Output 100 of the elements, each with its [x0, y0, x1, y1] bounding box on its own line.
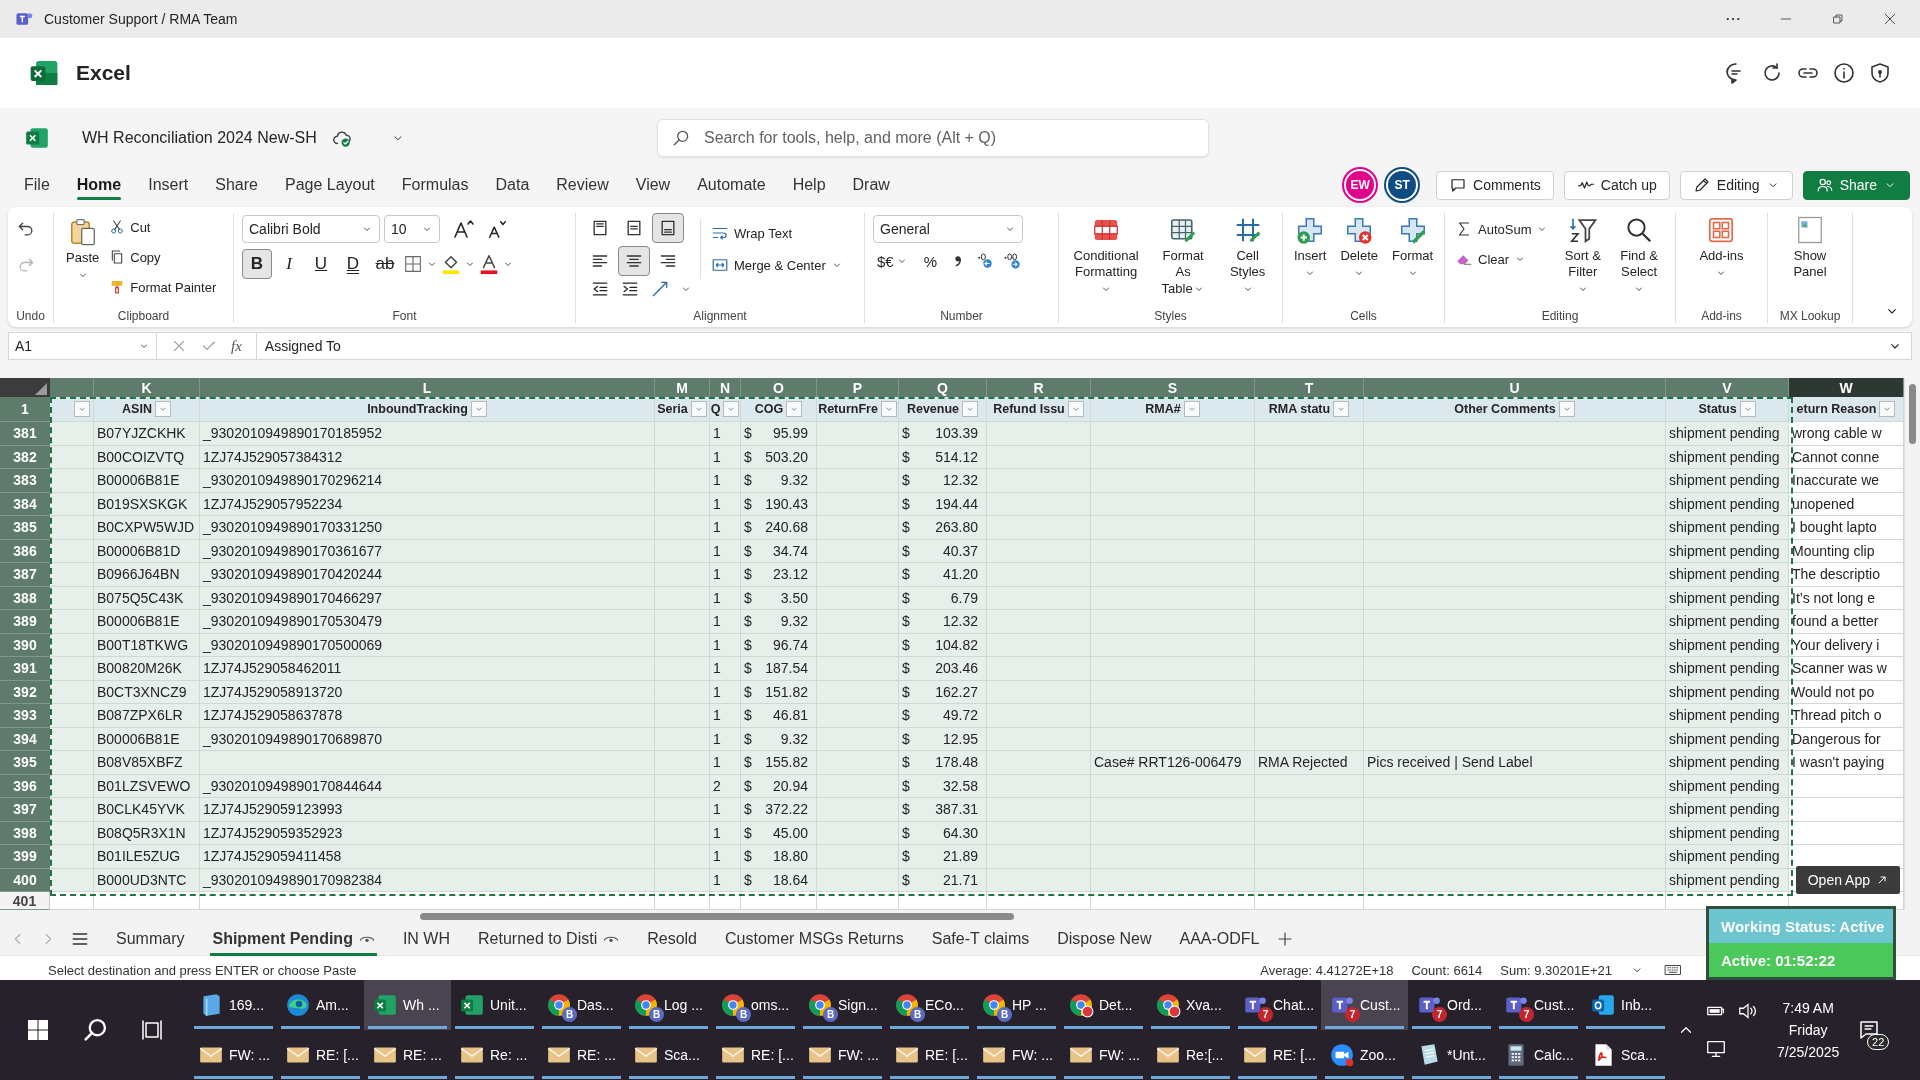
menu-tab[interactable]: Page Layout	[284, 170, 375, 200]
find-button[interactable]: Find & Select	[1611, 213, 1667, 299]
user-avatar[interactable]: ST	[1386, 169, 1419, 201]
menu-tab[interactable]: Review	[556, 170, 609, 200]
cellstyles-button[interactable]: Cell Styles	[1221, 213, 1274, 299]
comments-button[interactable]: Comments	[1436, 170, 1554, 200]
menu-tab[interactable]: Automate	[697, 170, 766, 200]
taskbar-app[interactable]: Re: ...	[451, 1030, 538, 1080]
row-header[interactable]: 381	[0, 422, 50, 446]
font-size-dropdown[interactable]: 10	[384, 215, 440, 243]
open-app-button[interactable]: Open App	[1795, 866, 1900, 894]
menu-tab[interactable]: View	[635, 170, 671, 200]
sort-button[interactable]: Sort & Filter	[1558, 213, 1608, 299]
taskbar-app[interactable]: Inb...	[1582, 980, 1669, 1030]
task-view-icon[interactable]	[140, 1018, 165, 1042]
shield-icon[interactable]	[1868, 61, 1892, 85]
menu-tab[interactable]: Draw	[852, 170, 890, 200]
taskbar-app[interactable]: FW: ...	[973, 1030, 1060, 1080]
wrap-text-button[interactable]: Wrap Text	[709, 219, 845, 247]
column-header[interactable]: W	[1789, 378, 1904, 397]
column-header[interactable]: L	[200, 378, 655, 397]
row-header[interactable]: 1	[0, 397, 50, 422]
taskbar-app[interactable]: B Log ...	[625, 980, 712, 1030]
menu-tab[interactable]: Formulas	[401, 170, 469, 200]
increase-font-icon[interactable]	[452, 217, 476, 241]
taskbar-app[interactable]: Zoo...	[1321, 1030, 1408, 1080]
number-format-dropdown[interactable]: General	[873, 215, 1023, 243]
sheet-tab[interactable]: AAA-ODFL	[1177, 921, 1262, 956]
row-header[interactable]: 400	[0, 868, 50, 892]
network-icon[interactable]	[1705, 1038, 1727, 1060]
insert-button[interactable]: Insert	[1289, 213, 1331, 282]
decrease-font-icon[interactable]	[486, 218, 508, 240]
conditional-button[interactable]: Conditional Formatting	[1067, 213, 1146, 299]
column-header[interactable]: M	[655, 378, 710, 397]
column-header[interactable]: O	[741, 378, 817, 397]
paste-button[interactable]: Paste	[62, 213, 104, 284]
taskbar-app[interactable]: Re:[...	[1147, 1030, 1234, 1080]
autosum-button[interactable]: AutoSum	[1453, 215, 1551, 243]
taskbar-app[interactable]: B ECo...	[886, 980, 973, 1030]
name-box[interactable]: A1	[9, 333, 157, 359]
menu-tab[interactable]: Insert	[148, 170, 189, 200]
taskbar-app[interactable]: RE: ...	[364, 1030, 451, 1080]
menu-tab[interactable]: File	[24, 170, 50, 200]
taskbar-app[interactable]: B Das...	[538, 980, 625, 1030]
column-header[interactable]: U	[1364, 378, 1666, 397]
row-header[interactable]: 388	[0, 586, 50, 610]
taskbar-app[interactable]: *Unt...	[1408, 1030, 1495, 1080]
font-name-dropdown[interactable]: Calibri Bold	[242, 215, 380, 243]
taskbar-app[interactable]: 7 Cust...	[1495, 980, 1582, 1030]
insert-function-button[interactable]: fx	[231, 337, 242, 355]
user-avatar[interactable]: EW	[1344, 169, 1377, 201]
sheet-tab[interactable]: Returned to Disti	[476, 921, 622, 956]
taskbar-app[interactable]: 7 Ord...	[1408, 980, 1495, 1030]
strike-button[interactable]: ab	[370, 249, 400, 279]
row-header[interactable]: 399	[0, 845, 50, 869]
column-header[interactable]: R	[987, 378, 1091, 397]
column-header[interactable]: P	[817, 378, 899, 397]
double-underline-button[interactable]: D	[338, 249, 368, 279]
percent-button[interactable]: %	[919, 252, 942, 270]
merge-center-button[interactable]: Merge & Center	[709, 251, 845, 279]
row-header[interactable]: 394	[0, 727, 50, 751]
row-header[interactable]: 389	[0, 610, 50, 634]
taskbar-app[interactable]: Calc...	[1495, 1030, 1582, 1080]
column-header[interactable]: T	[1255, 378, 1364, 397]
orientation-icon[interactable]	[650, 279, 670, 299]
align-bottom-button[interactable]	[652, 213, 684, 243]
row-header[interactable]: 384	[0, 492, 50, 516]
taskbar-app[interactable]: 169...	[190, 980, 277, 1030]
select-all-button[interactable]	[0, 378, 50, 397]
row-header[interactable]: 385	[0, 516, 50, 540]
sheet-tab[interactable]: Summary	[114, 921, 187, 956]
close-icon[interactable]	[1882, 11, 1898, 27]
taskbar-app[interactable]: Sca...	[625, 1030, 712, 1080]
formula-input[interactable]: Assigned To	[256, 338, 1887, 354]
row-header[interactable]: 382	[0, 445, 50, 469]
column-header[interactable]: Q	[899, 378, 987, 397]
taskbar-app[interactable]: FW: ...	[190, 1030, 277, 1080]
editing-button[interactable]: Editing	[1679, 170, 1793, 200]
sheet-tab[interactable]: Resold	[645, 921, 699, 956]
format-button[interactable]: Format	[1387, 213, 1438, 282]
taskbar-app[interactable]: Unit...	[451, 980, 538, 1030]
row-header[interactable]: 396	[0, 774, 50, 798]
taskbar-app[interactable]: FW: ...	[1060, 1030, 1147, 1080]
italic-button[interactable]: I	[274, 249, 304, 279]
align-center-button[interactable]	[618, 246, 650, 276]
taskbar-app[interactable]: Det...	[1060, 980, 1147, 1030]
delete-button[interactable]: Delete	[1336, 213, 1382, 282]
sheet-tab[interactable]: Customer MSGs Returns	[723, 921, 906, 956]
sheet-tab[interactable]: IN WH	[400, 921, 452, 956]
taskbar-app[interactable]: B HP ...	[973, 980, 1060, 1030]
column-header[interactable]: K	[94, 378, 200, 397]
taskbar-app[interactable]: Am...	[277, 980, 364, 1030]
row-header[interactable]: 401	[0, 892, 50, 910]
taskbar-app[interactable]: RE: [...	[712, 1030, 799, 1080]
taskbar-app[interactable]: FW: ...	[799, 1030, 886, 1080]
file-name[interactable]: WH Reconciliation 2024 New-SH	[82, 129, 317, 147]
bold-button[interactable]: B	[242, 249, 272, 279]
clear-button[interactable]: Clear	[1453, 245, 1551, 273]
panel-button[interactable]: Show Panel	[1789, 213, 1831, 283]
search-icon[interactable]	[81, 1016, 109, 1044]
